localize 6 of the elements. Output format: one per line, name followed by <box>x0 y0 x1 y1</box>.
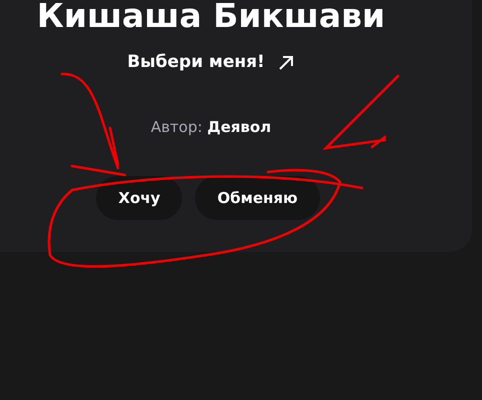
card-title: Кишаша Бикшави <box>36 0 386 36</box>
arrow-up-right-icon <box>276 54 295 72</box>
action-button[interactable]: Хочу <box>96 176 182 220</box>
choose-link[interactable]: Выбери меня! <box>127 50 295 76</box>
action-button[interactable]: Обменяю <box>195 176 320 220</box>
author-text: Автор: Деявол <box>150 116 272 138</box>
